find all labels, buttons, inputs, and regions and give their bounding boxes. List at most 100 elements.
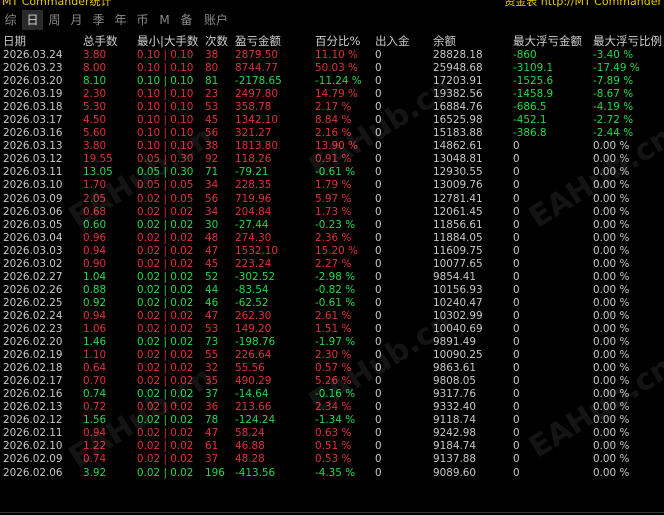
cell-total-lots: 3.80	[83, 49, 107, 62]
table-row[interactable]: 2026.02.16 0.74 0.02 | 0.02 37 -14.64 -0.16 %…	[3, 388, 663, 401]
cell-percent: 5.97 %	[315, 192, 352, 205]
table-row[interactable]: 2026.03.04 0.96 0.02 | 0.02 48 274.30 2.36 % 0…	[3, 232, 663, 245]
cell-deposit: 0	[375, 362, 382, 375]
header-max-float-loss[interactable]: 最大浮亏金额	[513, 33, 593, 49]
tab-notes[interactable]: 备	[176, 10, 197, 30]
table-row[interactable]: 2026.02.27 1.04 0.02 | 0.02 52 -302.52 -2.98 …	[3, 271, 663, 284]
table-row[interactable]: 2026.02.13 0.72 0.02 | 0.02 36 213.66 2.34 % 0…	[3, 401, 663, 414]
cell-max-float-loss: 0	[513, 257, 520, 270]
cell-max-float-ratio: 0.00 %	[593, 270, 630, 283]
cell-percent: 5.26 %	[315, 375, 352, 388]
table-row[interactable]: 2026.03.13 3.80 0.10 | 0.10 38 1813.80 13.90 …	[3, 140, 663, 153]
tab-weekly[interactable]: 周	[44, 10, 65, 30]
daily-stats-table: 日期 总手数 最小|大手数 次数 盈亏金额 百分比% 出入金 余额 最大浮亏金额…	[3, 33, 663, 480]
cell-max-float-loss: -386.8	[513, 127, 547, 140]
table-row[interactable]: 2026.03.16 5.60 0.10 | 0.10 56 321.27 2.16 % 0…	[3, 127, 663, 140]
cell-percent: 2.61 %	[315, 309, 352, 322]
cell-max-float-ratio: 0.00 %	[593, 309, 630, 322]
cell-max-float-loss: 0	[513, 375, 520, 388]
cell-percent: -11.24 %	[315, 75, 362, 88]
table-row[interactable]: 2026.03.05 0.60 0.02 | 0.02 30 -27.44 -0.23 %…	[3, 219, 663, 232]
tab-quarterly[interactable]: 季	[88, 10, 109, 30]
cell-percent: 0.57 %	[315, 362, 352, 375]
table-row[interactable]: 2026.03.09 2.05 0.02 | 0.05 56 719.96 5.97 % 0…	[3, 193, 663, 206]
cell-min-max-lots: 0.05 | 0.30	[137, 153, 194, 166]
cell-date: 2026.02.09	[3, 453, 63, 466]
table-row[interactable]: 2026.03.12 19.55 0.05 | 0.30 92 118.26 0.91 %…	[3, 153, 663, 166]
cell-min-max-lots: 0.02 | 0.02	[137, 427, 194, 440]
cell-date: 2026.03.20	[3, 75, 63, 88]
cell-deposit: 0	[375, 388, 382, 401]
cell-balance: 14862.61	[433, 140, 483, 153]
cell-min-max-lots: 0.02 | 0.02	[137, 257, 194, 270]
table-row[interactable]: 2026.02.10 1.22 0.02 | 0.02 61 46.88 0.51 % 0 9…	[3, 440, 663, 453]
cell-max-float-loss: 0	[513, 205, 520, 218]
tab-daily[interactable]: 日	[22, 10, 43, 30]
cell-total-lots: 0.88	[83, 283, 107, 296]
cell-date: 2026.03.06	[3, 205, 63, 218]
table-row[interactable]: 2026.03.02 0.90 0.02 | 0.02 45 223.24 2.27 % 0…	[3, 258, 663, 271]
cell-deposit: 0	[375, 153, 382, 166]
cell-count: 32	[205, 362, 219, 375]
cell-max-float-ratio: 0.00 %	[593, 375, 630, 388]
header-percent[interactable]: 百分比%	[315, 33, 375, 49]
cell-profit: 2879.50	[235, 49, 278, 62]
tab-magic[interactable]: M	[154, 10, 175, 30]
table-row[interactable]: 2026.03.03 0.94 0.02 | 0.02 47 1532.10 15.20 …	[3, 245, 663, 258]
header-deposit[interactable]: 出入金	[375, 33, 433, 49]
header-total-lots[interactable]: 总手数	[83, 33, 137, 49]
cell-total-lots: 3.80	[83, 140, 107, 153]
cell-max-float-loss: 0	[513, 296, 520, 309]
cell-profit: 358.78	[235, 101, 272, 114]
table-row[interactable]: 2026.03.20 8.10 0.10 | 0.10 81 -2178.65 -11.2…	[3, 75, 663, 88]
table-row[interactable]: 2026.03.10 1.70 0.05 | 0.05 34 228.35 1.79 % 0…	[3, 179, 663, 192]
tab-currency[interactable]: 币	[132, 10, 153, 30]
header-profit[interactable]: 盈亏金额	[235, 33, 315, 49]
cell-count: 37	[205, 453, 219, 466]
tab-monthly[interactable]: 月	[66, 10, 87, 30]
cell-count: 55	[205, 349, 219, 362]
cell-deposit: 0	[375, 166, 382, 179]
table-row[interactable]: 2026.02.12 1.56 0.02 | 0.02 78 -124.24 -1.34 …	[3, 414, 663, 427]
table-row[interactable]: 2026.03.17 4.50 0.10 | 0.10 45 1342.10 8.84 %…	[3, 114, 663, 127]
tab-account[interactable]: 账户	[198, 10, 234, 30]
cell-percent: 2.34 %	[315, 401, 352, 414]
cell-deposit: 0	[375, 218, 382, 231]
cell-total-lots: 1.04	[83, 270, 107, 283]
cell-balance: 19382.56	[433, 88, 483, 101]
table-row[interactable]: 2026.02.11 0.94 0.02 | 0.02 47 58.24 0.63 % 0 9…	[3, 427, 663, 440]
header-count[interactable]: 次数	[205, 33, 235, 49]
table-row[interactable]: 2026.03.11 13.05 0.05 | 0.30 71 -79.21 -0.61 …	[3, 166, 663, 179]
table-row[interactable]: 2026.03.06 0.68 0.02 | 0.02 34 204.84 1.73 % 0…	[3, 206, 663, 219]
header-date[interactable]: 日期	[3, 33, 83, 49]
cell-max-float-ratio: 0.00 %	[593, 153, 630, 166]
table-row[interactable]: 2026.03.19 2.30 0.10 | 0.10 23 2497.80 14.79 …	[3, 88, 663, 101]
table-row[interactable]: 2026.03.24 3.80 0.10 | 0.10 38 2879.50 11.10 …	[3, 49, 663, 62]
app-link[interactable]: 资金表 http://MT Commander	[504, 0, 662, 8]
header-max-float-ratio[interactable]: 最大浮亏比例	[593, 33, 663, 49]
header-balance[interactable]: 余额	[433, 33, 513, 49]
cell-date: 2026.03.03	[3, 244, 63, 257]
table-row[interactable]: 2026.02.24 0.94 0.02 | 0.02 47 262.30 2.61 % 0…	[3, 310, 663, 323]
cell-deposit: 0	[375, 114, 382, 127]
table-row[interactable]: 2026.02.25 0.92 0.02 | 0.02 46 -62.52 -0.61 %…	[3, 297, 663, 310]
table-row[interactable]: 2026.02.17 0.70 0.02 | 0.02 35 490.29 5.26 % 0…	[3, 375, 663, 388]
table-row[interactable]: 2026.02.23 1.06 0.02 | 0.02 53 149.20 1.51 % 0…	[3, 323, 663, 336]
table-row[interactable]: 2026.02.20 1.46 0.02 | 0.02 73 -198.76 -1.97 …	[3, 336, 663, 349]
table-row[interactable]: 2026.03.18 5.30 0.10 | 0.10 53 358.78 2.17 % 0…	[3, 101, 663, 114]
cell-deposit: 0	[375, 349, 382, 362]
header-min-max-lots[interactable]: 最小|大手数	[137, 33, 205, 49]
table-row[interactable]: 2026.02.18 0.64 0.02 | 0.02 32 55.56 0.57 % 0 9…	[3, 362, 663, 375]
cell-count: 44	[205, 283, 219, 296]
cell-count: 73	[205, 336, 219, 349]
cell-max-float-ratio: 0.00 %	[593, 192, 630, 205]
table-row[interactable]: 2026.02.06 3.92 0.02 | 0.02 196 -413.56 -4.35…	[3, 467, 663, 480]
tab-summary[interactable]: 综	[0, 10, 21, 30]
table-row[interactable]: 2026.03.23 8.00 0.10 | 0.10 80 8744.77 50.03 …	[3, 62, 663, 75]
cell-balance: 9242.98	[433, 427, 476, 440]
cell-max-float-loss: 0	[513, 166, 520, 179]
tab-yearly[interactable]: 年	[110, 10, 131, 30]
table-row[interactable]: 2026.02.09 0.74 0.02 | 0.02 37 48.28 0.53 % 0 9…	[3, 453, 663, 466]
table-row[interactable]: 2026.02.19 1.10 0.02 | 0.02 55 226.64 2.30 % 0…	[3, 349, 663, 362]
table-row[interactable]: 2026.02.26 0.88 0.02 | 0.02 44 -83.54 -0.82 %…	[3, 284, 663, 297]
